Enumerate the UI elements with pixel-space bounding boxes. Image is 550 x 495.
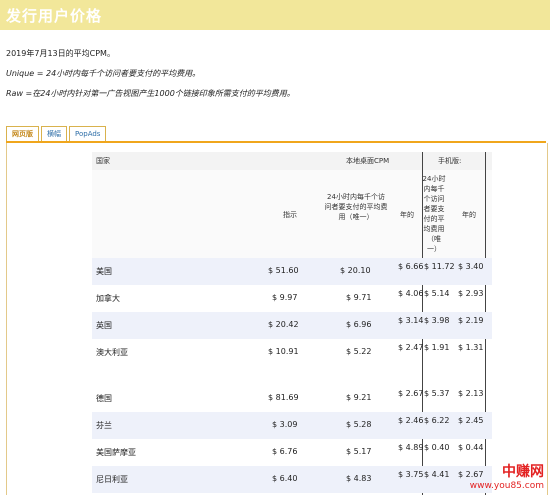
table-row: 尼日利亚 $ 6.40 $ 4.83 $ 3.75 $ 4.41 $ 2.67 xyxy=(92,466,492,493)
cell-raw-mobile: $ 2.13 xyxy=(458,389,484,398)
cell-unique-mobile: $ 5.14 xyxy=(424,289,450,298)
cell-raw-desktop: $ 3.75 xyxy=(398,470,424,479)
cell-country: 美国 xyxy=(96,267,112,276)
table-row: 英国 $ 20.42 $ 6.96 $ 3.14 $ 3.98 $ 2.19 xyxy=(92,312,492,339)
cell-raw-desktop: $ 2.47 xyxy=(398,343,424,352)
cell-unique-desktop: $ 9.21 xyxy=(346,393,372,402)
cell-raw-mobile: $ 2.93 xyxy=(458,289,484,298)
cell-unique-desktop: $ 5.22 xyxy=(346,347,372,356)
cell-country: 英国 xyxy=(96,321,112,330)
cell-country: 加拿大 xyxy=(96,294,120,303)
cell-raw: $ 9.97 xyxy=(272,293,298,302)
tab-bar: 网页版 横幅 PopAds xyxy=(6,126,107,142)
cell-unique-desktop: $ 5.17 xyxy=(346,447,372,456)
cell-raw: $ 81.69 xyxy=(268,393,299,402)
cell-raw: $ 10.91 xyxy=(268,347,299,356)
table-header: 国家 本地桌面CPM 手机版: xyxy=(92,152,492,170)
cell-raw: $ 51.60 xyxy=(268,266,299,275)
cell-unique-mobile: $ 11.72 xyxy=(424,262,455,271)
table-row: 美国 $ 51.60 $ 20.10 $ 6.66 $ 11.72 $ 3.40 xyxy=(92,258,492,285)
header-country: 国家 xyxy=(96,157,110,165)
table-row: 澳大利亚 $ 10.91 $ 5.22 $ 2.47 $ 1.91 $ 1.31 xyxy=(92,339,492,366)
cell-raw-desktop: $ 6.66 xyxy=(398,262,424,271)
cell-country: 尼日利亚 xyxy=(96,475,128,484)
cell-country: 美国萨摩亚 xyxy=(96,448,136,457)
cell-raw-mobile: $ 3.40 xyxy=(458,262,484,271)
cell-country: 澳大利亚 xyxy=(96,348,128,357)
cell-unique-desktop: $ 9.71 xyxy=(346,293,372,302)
page-title: 发行用户价格 xyxy=(6,6,103,25)
cell-raw: $ 20.42 xyxy=(268,320,299,329)
cell-country: 芬兰 xyxy=(96,421,112,430)
cell-raw-desktop: $ 4.89 xyxy=(398,443,424,452)
cell-raw-desktop: $ 2.67 xyxy=(398,389,424,398)
header-mobile: 手机版: xyxy=(438,157,462,165)
subheader-unique-desktop: 24小时内每千个访问者要支付的平均费用（唯一） xyxy=(324,193,388,221)
cell-unique-desktop: $ 6.96 xyxy=(346,320,372,329)
cell-unique-mobile: $ 0.40 xyxy=(424,443,450,452)
cell-raw-mobile: $ 2.19 xyxy=(458,316,484,325)
info-raw-definition: Raw =在24小时内针对第一广告视图产生1000个链接印象所需支付的平均费用。 xyxy=(6,89,295,98)
page-header: 发行用户价格 xyxy=(0,0,550,30)
cell-raw-mobile: $ 1.31 xyxy=(458,343,484,352)
cell-unique-mobile: $ 6.22 xyxy=(424,416,450,425)
cell-unique-mobile: $ 1.91 xyxy=(424,343,450,352)
tab-popads[interactable]: PopAds xyxy=(69,126,107,142)
table-row: 德国 $ 81.69 $ 9.21 $ 2.67 $ 5.37 $ 2.13 xyxy=(92,385,492,412)
cell-unique-desktop: $ 20.10 xyxy=(340,266,371,275)
table-row: 美国萨摩亚 $ 6.76 $ 5.17 $ 4.89 $ 0.40 $ 0.44 xyxy=(92,439,492,466)
tab-banner[interactable]: 横幅 xyxy=(41,126,67,142)
cell-raw: $ 3.09 xyxy=(272,420,298,429)
subheader-raw-mobile: 年的 xyxy=(462,211,476,219)
cell-raw-desktop: $ 2.46 xyxy=(398,416,424,425)
cell-unique-mobile: $ 5.37 xyxy=(424,389,450,398)
cell-unique-mobile: $ 4.41 xyxy=(424,470,450,479)
cell-raw-desktop: $ 4.06 xyxy=(398,289,424,298)
cell-country: 德国 xyxy=(96,394,112,403)
subheader-unique-mobile: 24小时内每千个访问者要支付的平均费用（唯一） xyxy=(422,175,446,253)
site-watermark: 中赚网 www.you85.com xyxy=(470,461,544,491)
tab-web[interactable]: 网页版 xyxy=(6,126,39,142)
cell-raw-mobile: $ 0.44 xyxy=(458,443,484,452)
watermark-url: www.you85.com xyxy=(469,481,544,491)
table-subheader: 指示 24小时内每千个访问者要支付的平均费用（唯一） 年的 24小时内每千个访问… xyxy=(92,170,492,258)
cell-unique-mobile: $ 3.98 xyxy=(424,316,450,325)
watermark-logo-text: 中赚网 xyxy=(502,464,544,480)
cell-raw-mobile: $ 2.45 xyxy=(458,416,484,425)
subheader-raw-desktop: 年的 xyxy=(400,211,414,219)
table-row: 芬兰 $ 3.09 $ 5.28 $ 2.46 $ 6.22 $ 2.45 xyxy=(92,412,492,439)
cell-unique-desktop: $ 4.83 xyxy=(346,474,372,483)
header-desktop: 本地桌面CPM xyxy=(346,157,390,165)
subheader-raw: 指示 xyxy=(283,211,297,219)
cell-unique-desktop: $ 5.28 xyxy=(346,420,372,429)
cell-raw: $ 6.40 xyxy=(272,474,298,483)
info-unique-definition: Unique = 24小时内每千个访问者要支付的平均费用。 xyxy=(6,69,201,78)
info-cpm-date: 2019年7月13日的平均CPM。 xyxy=(6,49,115,58)
cell-raw: $ 6.76 xyxy=(272,447,298,456)
table-row: 加拿大 $ 9.97 $ 9.71 $ 4.06 $ 5.14 $ 2.93 xyxy=(92,285,492,312)
cell-raw-desktop: $ 3.14 xyxy=(398,316,424,325)
